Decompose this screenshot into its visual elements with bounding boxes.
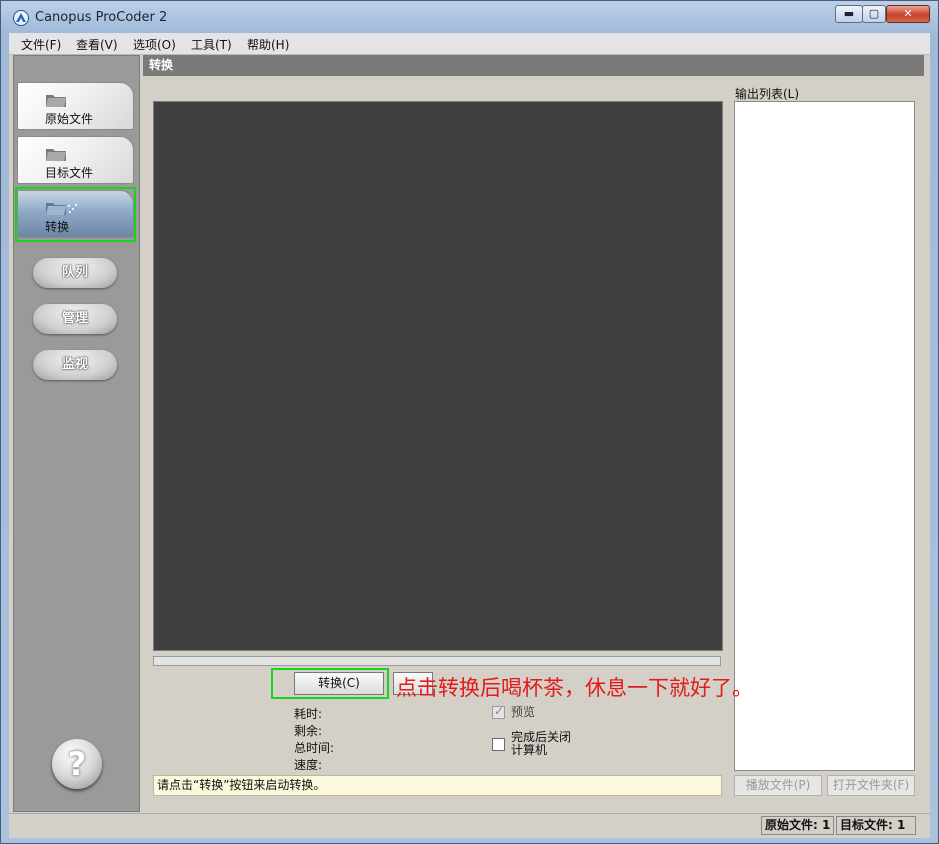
tab-target-files-label: 目标文件	[45, 166, 94, 180]
output-list[interactable]	[734, 101, 915, 771]
status-bar: 原始文件: 1 目标文件: 1	[9, 813, 930, 838]
annotation-text: 点击转换后喝杯茶，休息一下就好了。	[396, 676, 753, 700]
preview-label: 预览	[511, 705, 536, 719]
minimize-button[interactable]: ▬	[835, 5, 863, 23]
tab-source-files[interactable]: 原始文件	[17, 82, 134, 130]
speed-label: 速度:	[294, 758, 323, 772]
manage-button[interactable]: 管理	[33, 304, 117, 334]
progress-bar	[153, 656, 721, 666]
shutdown-checkbox[interactable]	[492, 738, 505, 751]
convert-tab-highlight	[15, 187, 136, 242]
menu-file[interactable]: 文件(F)	[21, 36, 61, 53]
menu-bar: 文件(F) 查看(V) 选项(O) 工具(T) 帮助(H)	[9, 33, 930, 55]
preview-area	[153, 101, 723, 651]
folder-icon	[46, 95, 66, 107]
elapsed-label: 耗时:	[294, 707, 323, 721]
window-title: Canopus ProCoder 2	[35, 10, 168, 25]
app-window: Canopus ProCoder 2 ▬ ▢ ✕ 文件(F) 查看(V) 选项(…	[0, 0, 939, 844]
procoder-logo-icon	[13, 10, 29, 26]
shutdown-label-line2: 计算机	[511, 743, 548, 757]
panel-header: 转换	[143, 55, 924, 76]
close-button[interactable]: ✕	[886, 5, 930, 23]
remaining-label: 剩余:	[294, 724, 323, 738]
open-folder-button[interactable]: 打开文件夹(F)	[827, 775, 915, 796]
tab-source-files-label: 原始文件	[45, 112, 94, 126]
folder-icon	[46, 149, 66, 161]
monitor-button[interactable]: 监视	[33, 350, 117, 380]
queue-button[interactable]: 队列	[33, 258, 117, 288]
help-icon: ?	[67, 745, 87, 783]
status-message: 请点击“转换”按钮来启动转换。	[153, 775, 722, 796]
play-file-button[interactable]: 播放文件(P)	[734, 775, 822, 796]
help-button[interactable]: ?	[52, 739, 102, 789]
target-file-count: 目标文件: 1	[836, 816, 916, 835]
menu-tools[interactable]: 工具(T)	[191, 36, 232, 53]
output-list-label: 输出列表(L)	[735, 87, 800, 101]
close-icon: ✕	[903, 7, 913, 20]
source-file-count: 原始文件: 1	[761, 816, 834, 835]
maximize-button[interactable]: ▢	[862, 5, 886, 23]
title-bar[interactable]: Canopus ProCoder 2 ▬ ▢ ✕	[1, 1, 938, 33]
menu-help[interactable]: 帮助(H)	[247, 36, 289, 53]
client-area: 文件(F) 查看(V) 选项(O) 工具(T) 帮助(H) 原始文件 目标文件	[9, 33, 930, 838]
minimize-icon: ▬	[843, 7, 855, 20]
maximize-icon: ▢	[868, 7, 880, 20]
convert-button[interactable]: 转换(C)	[294, 672, 384, 695]
menu-view[interactable]: 查看(V)	[76, 36, 118, 53]
total-time-label: 总时间:	[294, 741, 335, 755]
preview-checkbox[interactable]	[492, 704, 505, 719]
tab-target-files[interactable]: 目标文件	[17, 136, 134, 184]
sidebar: 原始文件 目标文件 转换 队列 管理 监视 ?	[13, 55, 140, 812]
menu-options[interactable]: 选项(O)	[133, 36, 176, 53]
